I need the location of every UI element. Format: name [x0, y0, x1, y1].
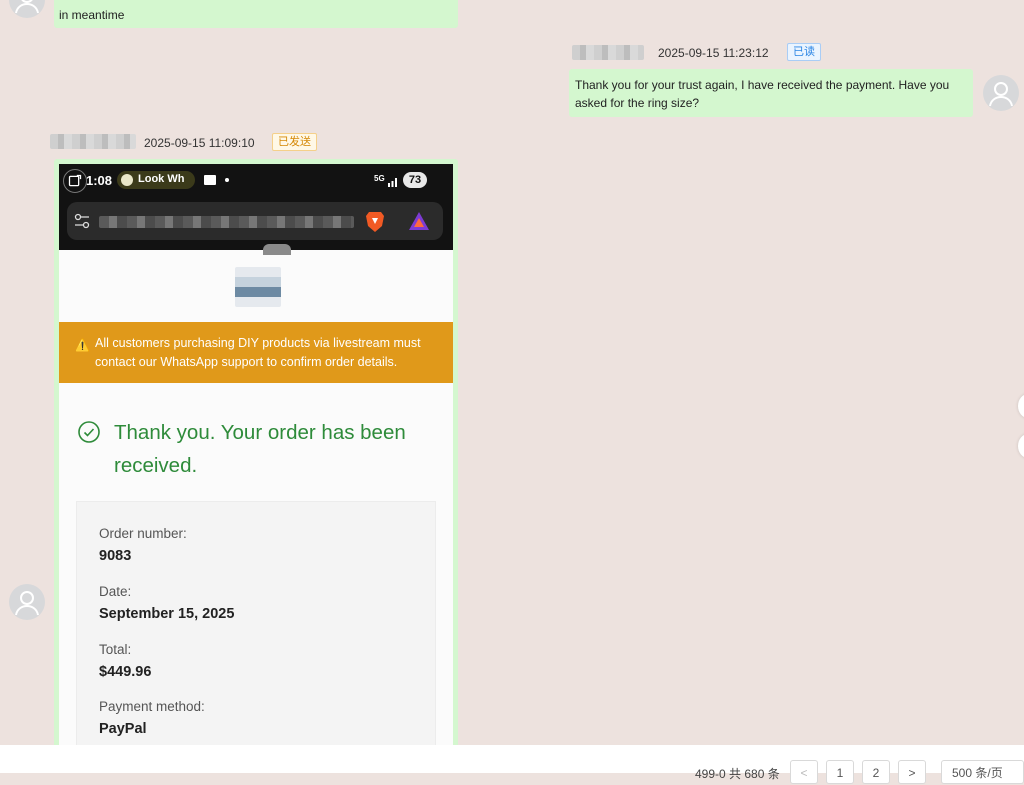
notification-dot-icon [225, 178, 229, 182]
sent-status-badge: 已发送 [272, 133, 317, 151]
spotify-icon [121, 174, 133, 186]
signal-label: 5G [374, 174, 385, 183]
outgoing-message: Thank you for your trust again, I have r… [569, 69, 973, 117]
phone-status-bar: 1:08 Look Wh 5G 73 [59, 164, 453, 250]
read-status-badge: 已读 [787, 43, 821, 61]
check-circle-icon [77, 420, 101, 444]
next-page-button[interactable]: > [898, 760, 926, 784]
order-screenshot: 1:08 Look Wh 5G 73 ⚠️ All customers purc… [59, 164, 453, 759]
payment-method-label: Payment method: [99, 699, 205, 714]
contact-avatar [9, 584, 45, 620]
incoming-message-top: in meantime [54, 0, 458, 28]
page-1-button[interactable]: 1 [826, 760, 854, 784]
image-message[interactable]: 1:08 Look Wh 5G 73 ⚠️ All customers purc… [54, 159, 458, 759]
page-2-button[interactable]: 2 [862, 760, 890, 784]
url-redacted [99, 216, 354, 228]
warning-icon: ⚠️ [75, 338, 90, 352]
outgoing-message-text: Thank you for your trust again, I have r… [575, 78, 950, 110]
brave-shield-icon [365, 209, 385, 233]
browser-url-bar [67, 202, 443, 240]
order-total-label: Total: [99, 642, 132, 657]
screenshot-edit-icon [63, 169, 87, 193]
order-number-value: 9083 [99, 548, 132, 564]
order-details: Order number: 9083 Date: September 15, 2… [76, 501, 436, 759]
order-number-label: Order number: [99, 526, 187, 541]
float-button-top[interactable] [1018, 394, 1024, 418]
incoming-timestamp: 2025-09-15 11:09:10 [144, 136, 255, 150]
contact-name-redacted [50, 134, 136, 149]
page-size-select[interactable]: 500 条/页 [941, 760, 1024, 784]
battery-badge: 73 [403, 172, 427, 188]
order-date-value: September 15, 2025 [99, 606, 235, 622]
record-range-text: 499-0 共 680 条 [695, 767, 780, 781]
order-total-value: $449.96 [99, 664, 152, 680]
float-button-bottom[interactable] [1018, 434, 1024, 458]
payment-method-value: PayPal [99, 721, 147, 737]
phone-clock: 1:08 [86, 173, 113, 188]
site-settings-icon [73, 212, 91, 230]
order-received-heading: Thank you. Your order has been received. [114, 421, 406, 477]
self-avatar [983, 75, 1019, 111]
signal-bars-icon [387, 174, 399, 187]
contact-avatar-top [9, 0, 45, 18]
pull-handle [263, 244, 291, 255]
music-pill-text: Look Wh [138, 173, 185, 185]
mail-icon [204, 175, 216, 185]
outgoing-timestamp: 2025-09-15 11:23:12 [658, 46, 769, 60]
livestream-warning-banner: ⚠️ All customers purchasing DIY products… [59, 322, 453, 383]
order-date-label: Date: [99, 584, 132, 599]
music-pill: Look Wh [117, 171, 195, 189]
incoming-message-top-text: in meantime [59, 8, 125, 22]
brave-rewards-icon [408, 211, 430, 231]
site-logo-redacted [235, 267, 281, 307]
sender-name-redacted [572, 45, 644, 60]
pagination-bar: 499-0 共 680 条 < 1 2 > 500 条/页 [0, 745, 1024, 784]
prev-page-button[interactable]: < [790, 760, 818, 784]
warning-text: All customers purchasing DIY products vi… [95, 336, 421, 369]
